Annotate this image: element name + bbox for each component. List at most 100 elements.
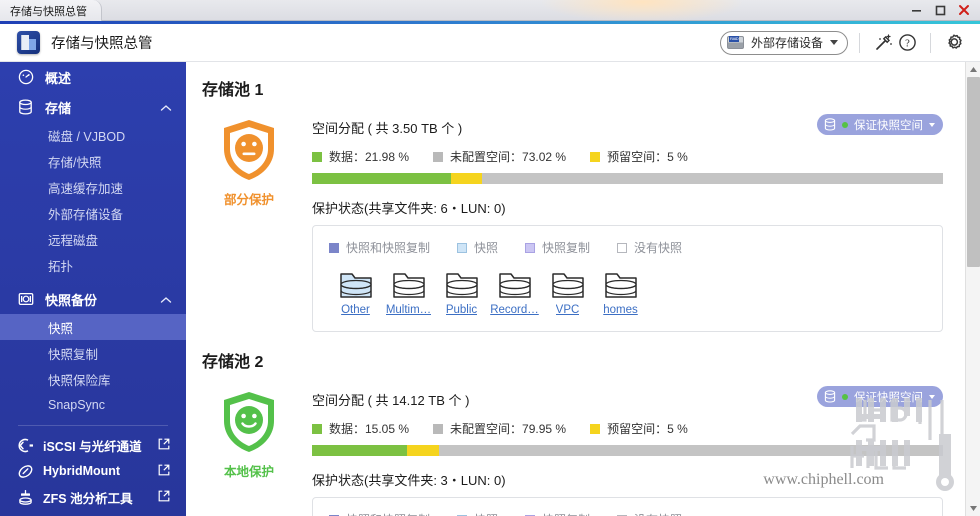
sidebar-item-zfs-tool[interactable]: ZFS 池分析工具 xyxy=(0,484,186,510)
external-storage-dropdown[interactable]: 外部存储设备 xyxy=(719,30,848,55)
database-icon xyxy=(17,99,34,116)
gear-icon[interactable] xyxy=(942,31,966,55)
sidebar-item-cache-accel[interactable]: 高速缓存加速 xyxy=(0,174,186,200)
legend-label: 没有快照 xyxy=(634,511,682,516)
sidebar-subitem-label: 外部存储设备 xyxy=(48,207,124,222)
legend-swatch-replica xyxy=(525,242,536,253)
protection-legend-item: 没有快照 xyxy=(617,511,682,516)
sidebar-item-iscsi[interactable]: iSCSI 与光纤通道 xyxy=(0,432,186,458)
legend-label: 预留空间：5 % xyxy=(607,150,688,164)
chevron-down-icon xyxy=(929,394,935,399)
folder-item[interactable]: VPC xyxy=(541,270,594,316)
sidebar-subitem-label: 快照保险库 xyxy=(48,373,111,388)
shield-status-label: 部分保护 xyxy=(223,193,274,207)
shield-local-icon xyxy=(224,392,274,452)
sidebar-item-snapsync[interactable]: SnapSync xyxy=(0,392,186,418)
sidebar-item-external-storage[interactable]: 外部存储设备 xyxy=(0,200,186,226)
external-link-icon xyxy=(158,490,170,505)
app-title: 存储与快照总管 xyxy=(51,36,153,52)
legend-item: 预留空间：5 % xyxy=(590,148,688,165)
guarantee-snapshot-space-button[interactable]: 保证快照空间 xyxy=(817,114,943,135)
app-header: 存储与快照总管 外部存储设备 ? xyxy=(0,24,980,62)
folder-volume-icon xyxy=(604,273,637,298)
folder-name-link[interactable]: homes xyxy=(603,304,638,316)
protection-legend: 快照和快照复制 快照 快照复制 没有快照 xyxy=(329,239,926,256)
sidebar-subitem-label: 快照 xyxy=(48,321,74,336)
sidebar-ext-label: iSCSI 与光纤通道 xyxy=(43,439,142,454)
chevron-down-icon xyxy=(929,122,935,127)
pool-title: 存储池 1 xyxy=(202,82,264,99)
legend-swatch-reserved xyxy=(590,423,601,434)
sidebar-item-storage-snapshot[interactable]: 存储/快照 xyxy=(0,148,186,174)
sidebar-subitem-label: 高速缓存加速 xyxy=(48,181,124,196)
zfs-tool-icon xyxy=(16,488,34,506)
folder-item[interactable]: Public xyxy=(435,270,488,316)
dashboard-icon xyxy=(17,69,34,86)
svg-text:?: ? xyxy=(905,39,910,50)
window-tab[interactable]: 存储与快照总管 xyxy=(0,0,102,21)
sidebar-item-remote-disk[interactable]: 远程磁盘 xyxy=(0,226,186,252)
iscsi-icon xyxy=(16,436,34,454)
protection-legend-item: 快照复制 xyxy=(525,239,590,256)
folder-volume-icon xyxy=(498,273,531,298)
pool-section: 部分保护 保证快照空间 空间分配 ( 共 3.50 TB 个 ) 数据：21.9… xyxy=(186,104,965,332)
sidebar-item-snapshot[interactable]: 快照 xyxy=(0,314,186,340)
scroll-up-arrow[interactable] xyxy=(966,62,980,77)
external-storage-label: 外部存储设备 xyxy=(750,36,823,50)
bar-segment-unallocated xyxy=(482,173,943,184)
raid-device-icon xyxy=(726,36,744,49)
minimize-button[interactable] xyxy=(904,0,928,21)
sidebar-item-snapshot-replica[interactable]: 快照复制 xyxy=(0,340,186,366)
sidebar-group-snapshot-backup[interactable]: 快照备份 xyxy=(0,284,186,314)
folder-volume-icon xyxy=(392,273,425,298)
titlebar-spacer xyxy=(102,0,904,20)
close-button[interactable] xyxy=(952,0,976,21)
sidebar-item-vjbod-cloud[interactable]: VJBOD Cloud xyxy=(0,510,186,516)
folder-item[interactable]: Record… xyxy=(488,270,541,316)
sidebar-subitem-label: 存储/快照 xyxy=(48,155,102,170)
legend-label: 快照 xyxy=(474,511,498,516)
legend-label: 未配置空间：73.02 % xyxy=(450,150,567,164)
maximize-button[interactable] xyxy=(928,0,952,21)
folder-name-link[interactable]: Other xyxy=(341,304,370,316)
status-dot xyxy=(842,121,848,128)
folder-name-link[interactable]: VPC xyxy=(556,304,580,316)
legend-item: 预留空间：5 % xyxy=(590,420,688,437)
legend-label: 预留空间：5 % xyxy=(607,422,688,436)
magic-wand-icon[interactable] xyxy=(871,31,895,55)
sidebar-group-storage[interactable]: 存储 xyxy=(0,92,186,122)
protection-legend-item: 快照复制 xyxy=(525,511,590,516)
sidebar-item-overview[interactable]: 概述 xyxy=(0,62,186,92)
legend-swatch-data xyxy=(312,423,322,434)
external-link-icon xyxy=(158,464,170,479)
sidebar-ext-label: HybridMount xyxy=(43,464,121,478)
pool-title: 存储池 2 xyxy=(202,354,264,371)
scroll-down-arrow[interactable] xyxy=(966,501,980,516)
shield-partial-icon xyxy=(224,120,274,180)
sidebar-item-snapshot-vault[interactable]: 快照保险库 xyxy=(0,366,186,392)
folder-item[interactable]: homes xyxy=(594,270,647,316)
scrollbar-thumb[interactable] xyxy=(967,77,980,267)
pool-details: 保证快照空间 空间分配 ( 共 3.50 TB 个 ) 数据：21.98 % 未… xyxy=(312,104,965,332)
folder-name-link[interactable]: Public xyxy=(446,304,477,316)
protection-legend-item: 快照 xyxy=(457,239,498,256)
folder-item[interactable]: Other xyxy=(329,270,382,316)
folder-item[interactable]: Multim… xyxy=(382,270,435,316)
sidebar-item-topology[interactable]: 拓扑 xyxy=(0,252,186,278)
header-actions: 外部存储设备 ? xyxy=(719,30,980,55)
folder-name-link[interactable]: Record… xyxy=(490,304,539,316)
header-divider-1 xyxy=(859,32,860,53)
header-divider-2 xyxy=(930,32,931,53)
legend-swatch-snapshot xyxy=(457,242,468,253)
sidebar-item-hybridmount[interactable]: HybridMount xyxy=(0,458,186,484)
window-titlebar: 存储与快照总管 xyxy=(0,0,980,21)
sidebar: 概述 存储 磁盘 / VJBOD 存储/快照 高速缓存加速 外部存储设备 远程磁… xyxy=(0,62,186,516)
vertical-scrollbar[interactable] xyxy=(965,62,980,516)
legend-label: 数据：15.05 % xyxy=(329,422,410,436)
sidebar-item-disk-vjbod[interactable]: 磁盘 / VJBOD xyxy=(0,122,186,148)
protection-title: 保护状态(共享文件夹: 3・LUN: 0) xyxy=(312,473,506,488)
folder-name-link[interactable]: Multim… xyxy=(386,304,431,316)
guarantee-snapshot-space-button[interactable]: 保证快照空间 xyxy=(817,386,943,407)
help-icon[interactable]: ? xyxy=(895,31,919,55)
allocation-legend: 数据：21.98 % 未配置空间：73.02 % 预留空间：5 % xyxy=(312,148,943,165)
